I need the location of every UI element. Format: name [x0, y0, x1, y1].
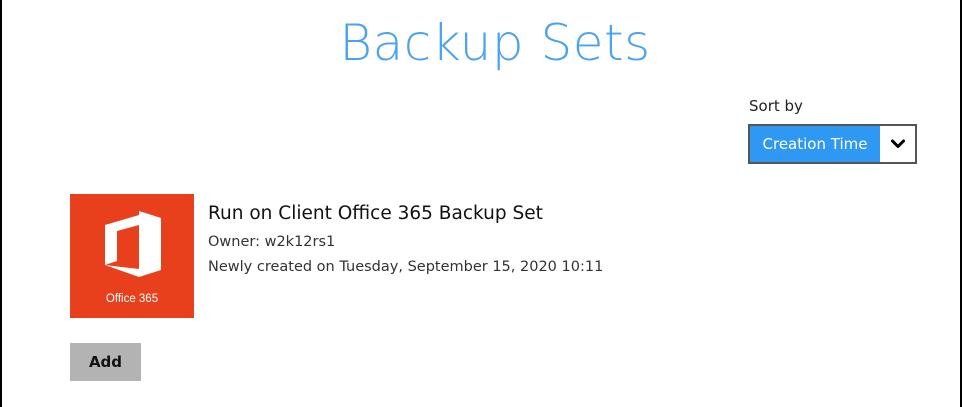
sort-by-label: Sort by: [749, 97, 803, 115]
office365-tile-label: Office 365: [105, 293, 159, 305]
office365-icon: [105, 211, 161, 277]
add-button[interactable]: Add: [70, 343, 141, 381]
page-title: Backup Sets: [339, 14, 651, 72]
sort-by-selected-value: Creation Time: [750, 126, 880, 162]
backup-sets-panel: Backup Sets Sort by Creation Time Office…: [0, 0, 962, 407]
sort-by-dropdown[interactable]: Creation Time: [748, 124, 917, 164]
backup-set-created-date: Newly created on Tuesday, September 15, …: [208, 259, 604, 275]
backup-set-owner: Owner: w2k12rs1: [208, 234, 336, 250]
backup-set-name[interactable]: Run on Client Office 365 Backup Set: [208, 203, 543, 224]
chevron-down-icon: [880, 126, 915, 162]
backup-set-tile[interactable]: Office 365: [70, 194, 194, 318]
